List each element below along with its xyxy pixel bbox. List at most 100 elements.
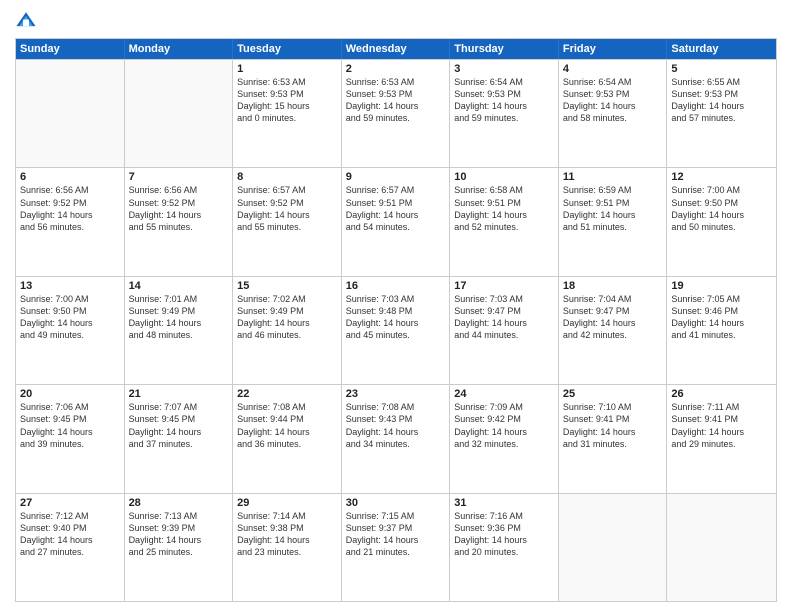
day-number: 6 <box>20 171 120 183</box>
day-number: 11 <box>563 171 663 183</box>
cell-info-line: Daylight: 14 hours <box>671 209 772 221</box>
cell-info-line: Sunset: 9:49 PM <box>237 305 337 317</box>
calendar-row-1: 6Sunrise: 6:56 AMSunset: 9:52 PMDaylight… <box>16 167 776 275</box>
day-number: 16 <box>346 280 446 292</box>
cell-info-line: Daylight: 14 hours <box>20 317 120 329</box>
cell-info-line: Daylight: 14 hours <box>20 534 120 546</box>
day-number: 30 <box>346 497 446 509</box>
calendar-cell: 15Sunrise: 7:02 AMSunset: 9:49 PMDayligh… <box>233 277 342 384</box>
calendar-cell: 29Sunrise: 7:14 AMSunset: 9:38 PMDayligh… <box>233 494 342 601</box>
calendar-cell: 23Sunrise: 7:08 AMSunset: 9:43 PMDayligh… <box>342 385 451 492</box>
cell-info-line: Sunset: 9:48 PM <box>346 305 446 317</box>
day-number: 23 <box>346 388 446 400</box>
calendar-cell: 30Sunrise: 7:15 AMSunset: 9:37 PMDayligh… <box>342 494 451 601</box>
calendar-row-4: 27Sunrise: 7:12 AMSunset: 9:40 PMDayligh… <box>16 493 776 601</box>
calendar-cell <box>559 494 668 601</box>
cell-info-line: and 32 minutes. <box>454 438 554 450</box>
cell-info-line: Sunset: 9:51 PM <box>346 197 446 209</box>
calendar-row-2: 13Sunrise: 7:00 AMSunset: 9:50 PMDayligh… <box>16 276 776 384</box>
cell-info-line: Sunrise: 6:53 AM <box>346 76 446 88</box>
page: SundayMondayTuesdayWednesdayThursdayFrid… <box>0 0 792 612</box>
cell-info-line: Sunset: 9:43 PM <box>346 413 446 425</box>
cell-info-line: Sunset: 9:45 PM <box>20 413 120 425</box>
day-number: 13 <box>20 280 120 292</box>
calendar-cell: 16Sunrise: 7:03 AMSunset: 9:48 PMDayligh… <box>342 277 451 384</box>
cell-info-line: Daylight: 14 hours <box>20 209 120 221</box>
day-number: 14 <box>129 280 229 292</box>
day-number: 21 <box>129 388 229 400</box>
calendar-cell: 4Sunrise: 6:54 AMSunset: 9:53 PMDaylight… <box>559 60 668 167</box>
cell-info-line: and 0 minutes. <box>237 112 337 124</box>
cell-info-line: Sunset: 9:38 PM <box>237 522 337 534</box>
cell-info-line: Sunset: 9:49 PM <box>129 305 229 317</box>
calendar-row-3: 20Sunrise: 7:06 AMSunset: 9:45 PMDayligh… <box>16 384 776 492</box>
calendar-cell: 26Sunrise: 7:11 AMSunset: 9:41 PMDayligh… <box>667 385 776 492</box>
cell-info-line: Sunrise: 7:00 AM <box>20 293 120 305</box>
cell-info-line: Sunrise: 6:57 AM <box>237 184 337 196</box>
cell-info-line: and 29 minutes. <box>671 438 772 450</box>
cell-info-line: Sunset: 9:40 PM <box>20 522 120 534</box>
cell-info-line: Daylight: 14 hours <box>237 317 337 329</box>
day-number: 19 <box>671 280 772 292</box>
cell-info-line: Daylight: 14 hours <box>20 426 120 438</box>
cell-info-line: and 41 minutes. <box>671 329 772 341</box>
day-number: 3 <box>454 63 554 75</box>
day-number: 12 <box>671 171 772 183</box>
cell-info-line: Daylight: 14 hours <box>129 534 229 546</box>
cell-info-line: Sunset: 9:36 PM <box>454 522 554 534</box>
cell-info-line: Sunrise: 6:55 AM <box>671 76 772 88</box>
day-number: 29 <box>237 497 337 509</box>
cell-info-line: Daylight: 14 hours <box>129 317 229 329</box>
cell-info-line: Daylight: 14 hours <box>671 317 772 329</box>
cell-info-line: Sunset: 9:37 PM <box>346 522 446 534</box>
cell-info-line: Sunrise: 6:54 AM <box>454 76 554 88</box>
cell-info-line: Sunrise: 6:53 AM <box>237 76 337 88</box>
day-number: 15 <box>237 280 337 292</box>
cell-info-line: Daylight: 14 hours <box>563 317 663 329</box>
cell-info-line: and 54 minutes. <box>346 221 446 233</box>
calendar-cell: 6Sunrise: 6:56 AMSunset: 9:52 PMDaylight… <box>16 168 125 275</box>
cell-info-line: Daylight: 14 hours <box>346 209 446 221</box>
cell-info-line: Sunset: 9:51 PM <box>563 197 663 209</box>
calendar-cell: 21Sunrise: 7:07 AMSunset: 9:45 PMDayligh… <box>125 385 234 492</box>
cell-info-line: and 34 minutes. <box>346 438 446 450</box>
calendar-cell: 14Sunrise: 7:01 AMSunset: 9:49 PMDayligh… <box>125 277 234 384</box>
calendar-cell: 13Sunrise: 7:00 AMSunset: 9:50 PMDayligh… <box>16 277 125 384</box>
day-number: 10 <box>454 171 554 183</box>
cell-info-line: Daylight: 14 hours <box>346 426 446 438</box>
calendar-cell: 17Sunrise: 7:03 AMSunset: 9:47 PMDayligh… <box>450 277 559 384</box>
cell-info-line: Sunrise: 6:56 AM <box>129 184 229 196</box>
cell-info-line: Sunset: 9:45 PM <box>129 413 229 425</box>
cell-info-line: Sunset: 9:50 PM <box>671 197 772 209</box>
calendar: SundayMondayTuesdayWednesdayThursdayFrid… <box>15 38 777 602</box>
cell-info-line: Daylight: 14 hours <box>346 534 446 546</box>
calendar-cell: 20Sunrise: 7:06 AMSunset: 9:45 PMDayligh… <box>16 385 125 492</box>
cell-info-line: Sunset: 9:44 PM <box>237 413 337 425</box>
cell-info-line: and 49 minutes. <box>20 329 120 341</box>
calendar-cell: 7Sunrise: 6:56 AMSunset: 9:52 PMDaylight… <box>125 168 234 275</box>
calendar-cell: 11Sunrise: 6:59 AMSunset: 9:51 PMDayligh… <box>559 168 668 275</box>
day-number: 17 <box>454 280 554 292</box>
cell-info-line: Sunset: 9:52 PM <box>20 197 120 209</box>
cell-info-line: Sunset: 9:53 PM <box>346 88 446 100</box>
day-number: 25 <box>563 388 663 400</box>
cell-info-line: Sunset: 9:47 PM <box>454 305 554 317</box>
day-number: 28 <box>129 497 229 509</box>
cell-info-line: and 56 minutes. <box>20 221 120 233</box>
cell-info-line: and 37 minutes. <box>129 438 229 450</box>
cell-info-line: and 46 minutes. <box>237 329 337 341</box>
cell-info-line: Sunset: 9:53 PM <box>454 88 554 100</box>
cell-info-line: Daylight: 14 hours <box>454 100 554 112</box>
header-day-tuesday: Tuesday <box>233 39 342 59</box>
cell-info-line: Sunset: 9:41 PM <box>563 413 663 425</box>
cell-info-line: Sunset: 9:41 PM <box>671 413 772 425</box>
calendar-cell: 18Sunrise: 7:04 AMSunset: 9:47 PMDayligh… <box>559 277 668 384</box>
calendar-cell <box>16 60 125 167</box>
cell-info-line: and 55 minutes. <box>129 221 229 233</box>
cell-info-line: Sunrise: 7:08 AM <box>346 401 446 413</box>
calendar-cell: 24Sunrise: 7:09 AMSunset: 9:42 PMDayligh… <box>450 385 559 492</box>
cell-info-line: and 25 minutes. <box>129 546 229 558</box>
header-day-sunday: Sunday <box>16 39 125 59</box>
header <box>15 10 777 32</box>
calendar-cell: 31Sunrise: 7:16 AMSunset: 9:36 PMDayligh… <box>450 494 559 601</box>
